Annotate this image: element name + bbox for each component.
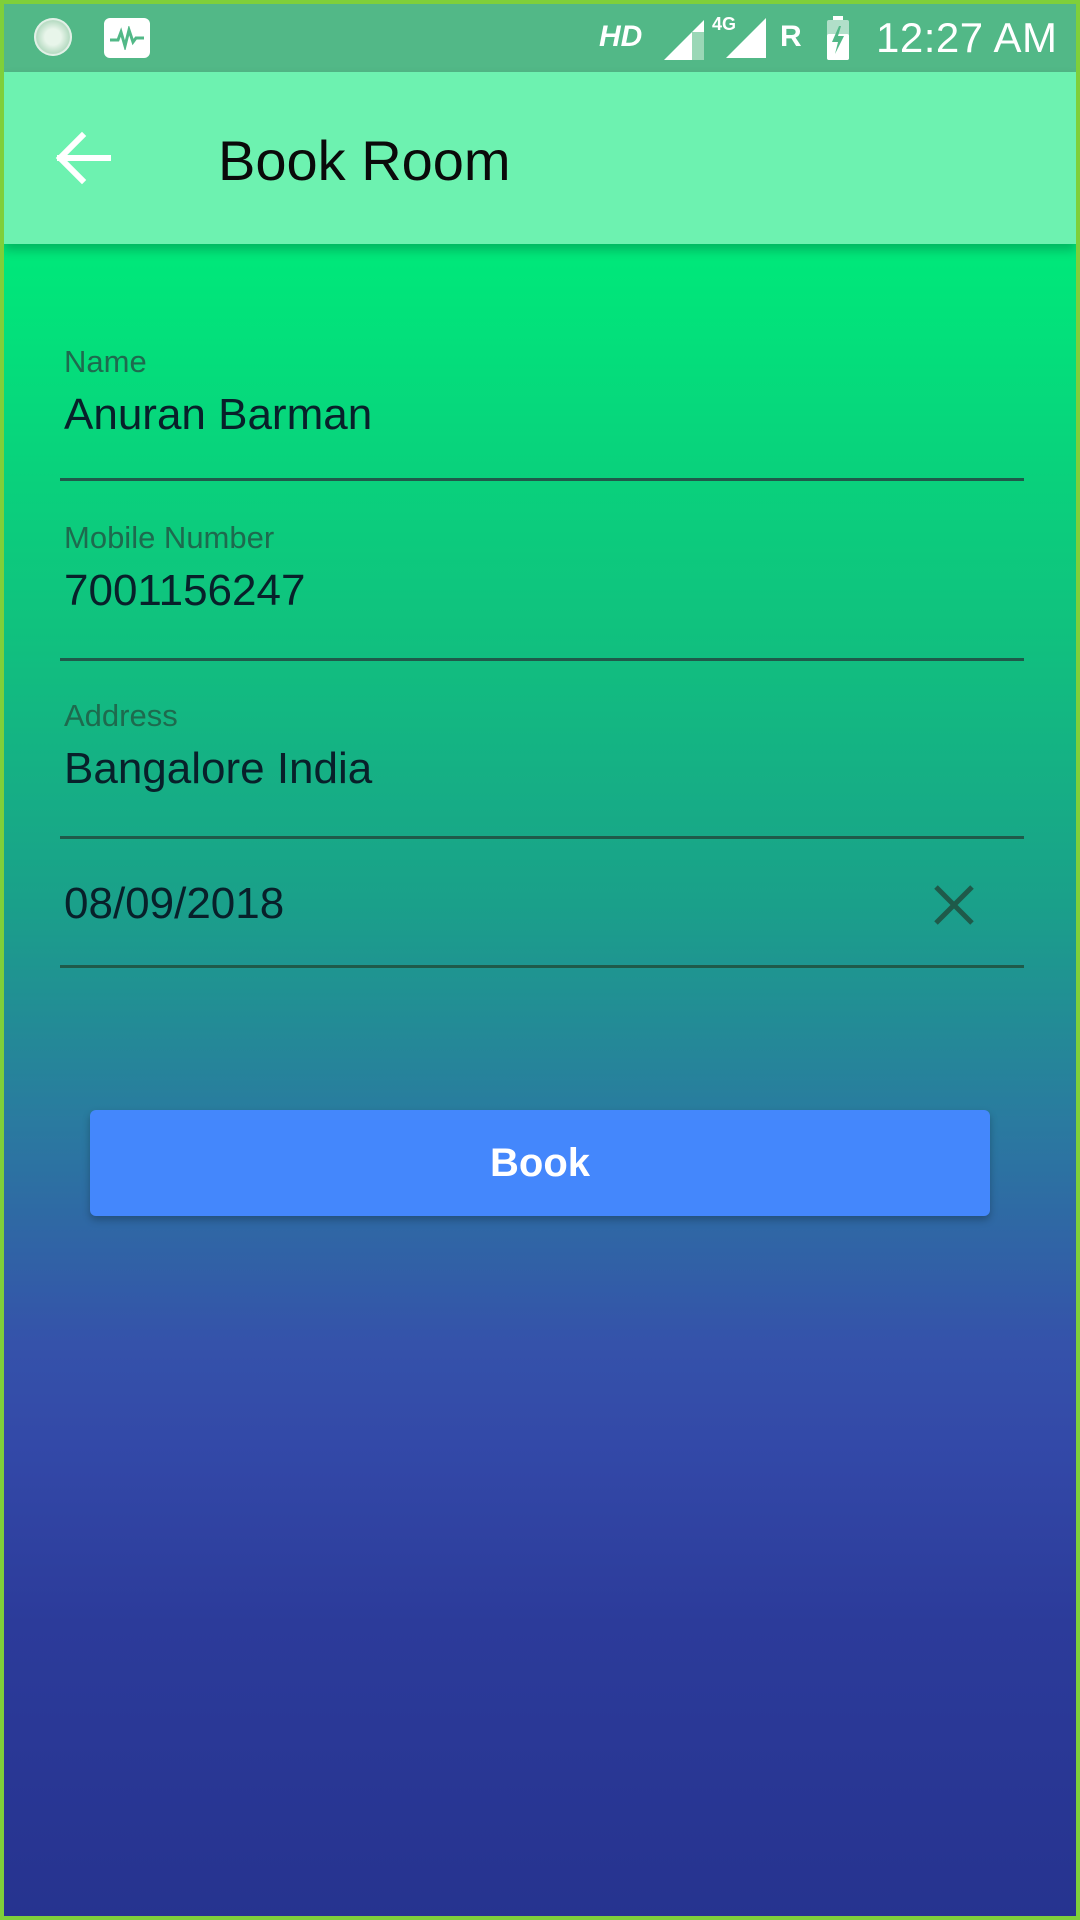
- name-field-label: Name: [64, 344, 147, 379]
- close-icon[interactable]: [930, 881, 978, 929]
- date-field[interactable]: 08/09/2018: [60, 839, 1024, 968]
- loading-circle-icon: [34, 18, 72, 56]
- book-button[interactable]: Book: [90, 1110, 990, 1216]
- back-button[interactable]: [52, 126, 116, 190]
- address-field-value[interactable]: Bangalore India: [64, 744, 372, 794]
- name-field[interactable]: Name Anuran Barman: [60, 334, 1024, 481]
- roaming-indicator: R: [780, 20, 802, 53]
- network-hd-label: HD: [599, 20, 643, 53]
- signal-icon: [664, 20, 704, 60]
- address-field-label: Address: [64, 698, 178, 733]
- mobile-number-field[interactable]: Mobile Number 7001156247: [60, 514, 1024, 661]
- name-field-value[interactable]: Anuran Barman: [64, 390, 372, 440]
- book-room-screen: HD 4G R 12:27 AM Book Room Name Anuran B…: [0, 0, 1080, 1920]
- battery-charging-icon: [827, 16, 849, 60]
- mobile-number-field-value[interactable]: 7001156247: [64, 566, 305, 616]
- address-field[interactable]: Address Bangalore India: [60, 692, 1024, 839]
- app-bar: Book Room: [4, 72, 1076, 244]
- arrow-back-icon: [55, 131, 111, 185]
- page-title: Book Room: [218, 129, 511, 192]
- activity-monitor-icon: [104, 18, 150, 58]
- mobile-number-field-label: Mobile Number: [64, 520, 275, 555]
- status-bar: HD 4G R 12:27 AM: [4, 4, 1076, 72]
- signal-4g-icon: [726, 18, 766, 58]
- date-field-value[interactable]: 08/09/2018: [64, 879, 284, 929]
- status-time: 12:27 AM: [876, 14, 1058, 61]
